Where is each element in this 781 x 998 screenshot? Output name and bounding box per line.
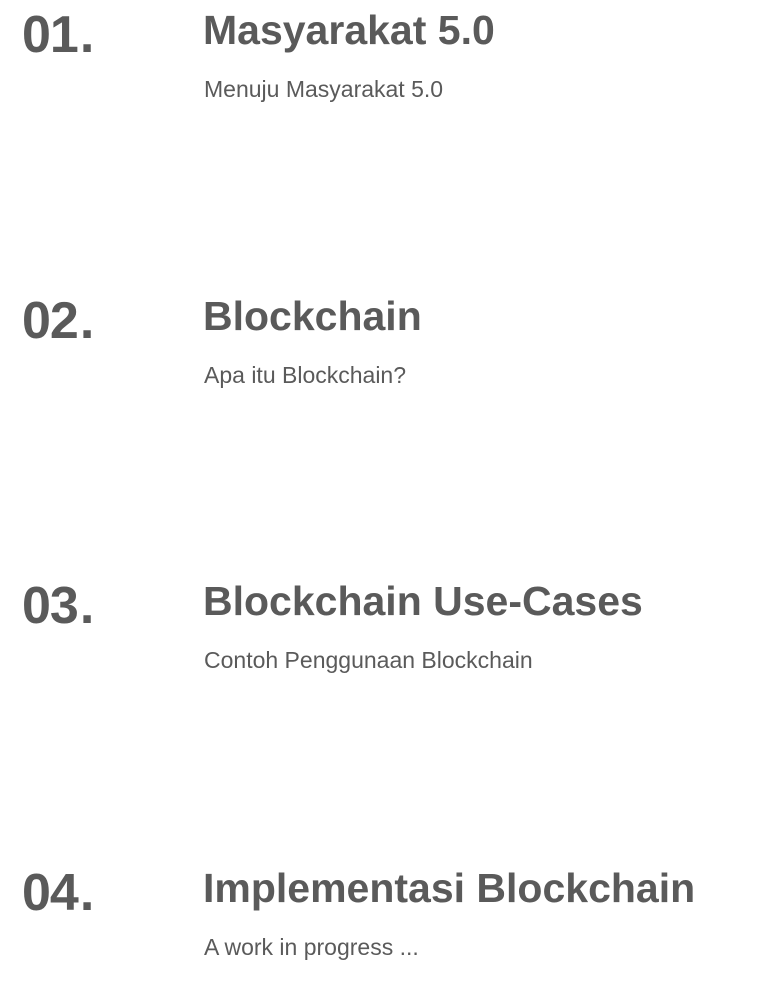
section-number-dot: . (79, 864, 94, 922)
section-subtitle: Apa itu Blockchain? (204, 362, 407, 388)
section-number: 01. (22, 4, 94, 66)
section-number-digits: 02 (22, 292, 79, 350)
agenda-item-1[interactable]: 01. Masyarakat 5.0 Menuju Masyarakat 5.0 (0, 0, 781, 140)
section-title: Blockchain (203, 293, 422, 339)
section-number-digits: 01 (22, 6, 79, 64)
agenda-item-3[interactable]: 03. Blockchain Use-Cases Contoh Pengguna… (0, 571, 781, 711)
section-subtitle: Contoh Penggunaan Blockchain (204, 647, 533, 673)
agenda-item-2[interactable]: 02. Blockchain Apa itu Blockchain? (0, 286, 781, 426)
section-title: Masyarakat 5.0 (203, 7, 495, 53)
section-number-dot: . (79, 577, 94, 635)
section-subtitle: Menuju Masyarakat 5.0 (204, 76, 444, 102)
section-number-digits: 03 (22, 577, 79, 635)
section-title: Blockchain Use-Cases (203, 578, 643, 624)
section-number-dot: . (79, 6, 94, 64)
agenda-item-4[interactable]: 04. Implementasi Blockchain A work in pr… (0, 858, 781, 998)
section-number-dot: . (79, 292, 94, 350)
section-number: 02. (22, 290, 94, 352)
section-number: 04. (22, 862, 94, 924)
section-title: Implementasi Blockchain (203, 865, 696, 911)
section-number: 03. (22, 575, 94, 637)
section-number-digits: 04 (22, 864, 79, 922)
